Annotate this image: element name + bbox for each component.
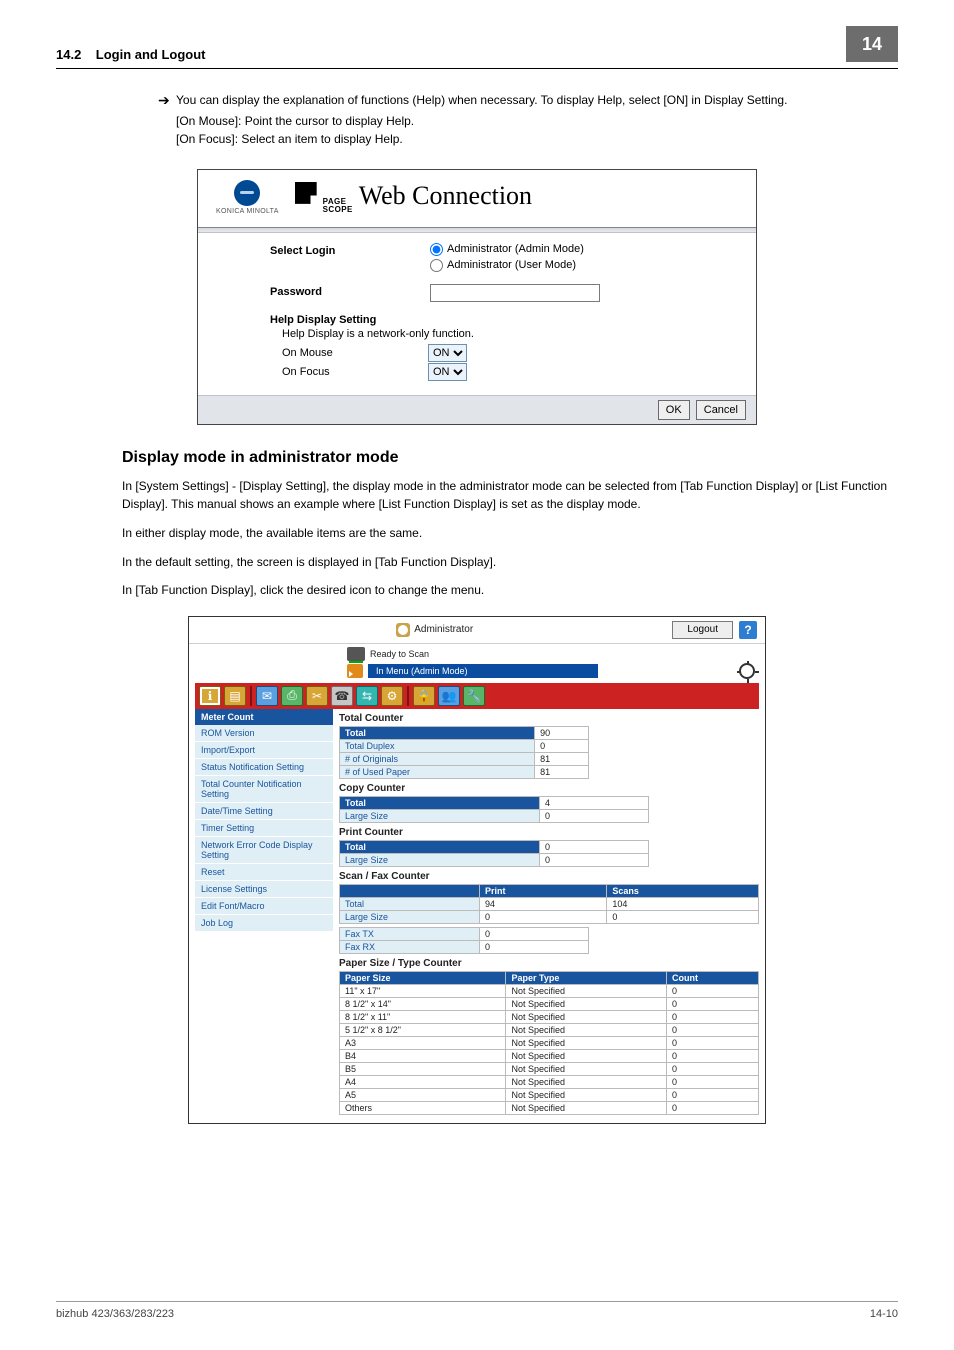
scan-fax-table: PrintScans Total94104 Large Size00: [339, 884, 759, 924]
footer-right: 14-10: [870, 1308, 898, 1320]
administrator-label: Administrator: [414, 624, 473, 635]
administrator-icon: [396, 623, 410, 637]
paper-size-table: Paper SizePaper TypeCount 11" x 17"Not S…: [339, 971, 759, 1115]
nav-item[interactable]: Job Log: [195, 915, 333, 932]
on-focus-select[interactable]: ON: [428, 363, 467, 381]
pagescope-badge-icon: [295, 182, 317, 204]
paper-size-title: Paper Size / Type Counter: [339, 958, 759, 969]
select-login-label: Select Login: [270, 243, 430, 257]
scan-fax-title: Scan / Fax Counter: [339, 871, 759, 882]
display-mode-p2: In either display mode, the available it…: [122, 524, 898, 543]
fax-txrx-table: Fax TX0 Fax RX0: [339, 927, 589, 954]
help-display-sub: Help Display is a network-only function.: [282, 328, 726, 340]
printer-status-icon: [347, 647, 365, 661]
chapter-tab: 14: [846, 26, 898, 62]
pagescope-scope: SCOPE: [323, 206, 353, 214]
display-mode-p4: In [Tab Function Display], click the des…: [122, 581, 898, 600]
tab-icon-security[interactable]: 🔒: [413, 686, 435, 706]
nav-item[interactable]: Reset: [195, 864, 333, 881]
tab-icon-auth[interactable]: 👥: [438, 686, 460, 706]
on-mouse-label: On Mouse: [282, 347, 428, 359]
tab-icon-box[interactable]: ✉: [256, 686, 278, 706]
nav-item[interactable]: Total Counter Notification Setting: [195, 776, 333, 803]
tab-icon-job[interactable]: ▤: [224, 686, 246, 706]
nav-header[interactable]: Meter Count: [195, 709, 333, 725]
cancel-button[interactable]: Cancel: [696, 400, 746, 420]
section-number: 14.2: [56, 47, 81, 62]
konica-minolta-icon: [234, 180, 260, 206]
tab-icon-bar: ℹ ▤ ✉ ⎙ ✂ ☎ ⇆ ⚙ 🔒 👥 🔧: [195, 683, 759, 709]
nav-item[interactable]: Timer Setting: [195, 820, 333, 837]
password-input[interactable]: [430, 284, 600, 302]
gear-icon[interactable]: [739, 663, 755, 679]
side-nav: Meter Count ROM Version Import/Export St…: [195, 709, 333, 1115]
tab-icon-maintenance[interactable]: 🔧: [463, 686, 485, 706]
nav-item[interactable]: ROM Version: [195, 725, 333, 742]
help-icon[interactable]: ?: [739, 621, 757, 639]
footer-left: bizhub 423/363/283/223: [56, 1308, 174, 1320]
ready-status: Ready to Scan: [370, 649, 429, 659]
on-mouse-select[interactable]: ON: [428, 344, 467, 362]
help-mouse: [On Mouse]: Point the cursor to display …: [176, 112, 898, 131]
logout-button[interactable]: Logout: [672, 621, 733, 639]
tab-icon-network[interactable]: ⇆: [356, 686, 378, 706]
copy-counter-title: Copy Counter: [339, 783, 759, 794]
section-title: Login and Logout: [96, 47, 206, 62]
total-counter-table: Total90 Total Duplex0 # of Originals81 #…: [339, 726, 589, 779]
radio-user-input[interactable]: [430, 259, 443, 272]
ok-button[interactable]: OK: [658, 400, 690, 420]
radio-user-mode[interactable]: Administrator (User Mode): [430, 259, 584, 272]
help-focus: [On Focus]: Select an item to display He…: [176, 130, 898, 149]
tab-icon-store[interactable]: ✂: [306, 686, 328, 706]
pagescope-logo: PAGE SCOPE Web Connection: [295, 181, 532, 214]
help-bullet: You can display the explanation of funct…: [176, 91, 787, 110]
breadcrumb-icon: [347, 664, 363, 678]
nav-item[interactable]: Edit Font/Macro: [195, 898, 333, 915]
on-focus-label: On Focus: [282, 366, 428, 378]
tab-icon-system[interactable]: ⚙: [381, 686, 403, 706]
radio-admin-mode[interactable]: Administrator (Admin Mode): [430, 243, 584, 256]
copy-counter-table: Total4 Large Size0: [339, 796, 649, 823]
display-mode-p3: In the default setting, the screen is di…: [122, 553, 898, 572]
total-counter-title: Total Counter: [339, 713, 759, 724]
display-mode-p1: In [System Settings] - [Display Setting]…: [122, 477, 898, 514]
breadcrumb: In Menu (Admin Mode): [368, 664, 598, 678]
print-counter-title: Print Counter: [339, 827, 759, 838]
display-mode-heading: Display mode in administrator mode: [122, 449, 898, 467]
help-display-setting-label: Help Display Setting: [270, 314, 726, 326]
admin-screenshot: Administrator Logout ? Ready to Scan In …: [188, 616, 766, 1124]
login-screenshot: KONICA MINOLTA PAGE SCOPE Web Connection…: [197, 169, 757, 425]
tab-icon-print[interactable]: ⎙: [281, 686, 303, 706]
password-label: Password: [270, 284, 430, 298]
tab-icon-address[interactable]: ☎: [331, 686, 353, 706]
nav-item[interactable]: Date/Time Setting: [195, 803, 333, 820]
page-header: 14.2 Login and Logout: [56, 47, 206, 62]
konica-minolta-text: KONICA MINOLTA: [216, 208, 279, 215]
nav-item[interactable]: Import/Export: [195, 742, 333, 759]
print-counter-table: Total0 Large Size0: [339, 840, 649, 867]
pagescope-title: Web Connection: [359, 181, 532, 211]
tab-icon-info[interactable]: ℹ: [199, 686, 221, 706]
nav-item[interactable]: License Settings: [195, 881, 333, 898]
nav-item[interactable]: Status Notification Setting: [195, 759, 333, 776]
nav-item[interactable]: Network Error Code Display Setting: [195, 837, 333, 864]
radio-admin-input[interactable]: [430, 243, 443, 256]
arrow-icon: ➔: [158, 90, 176, 112]
